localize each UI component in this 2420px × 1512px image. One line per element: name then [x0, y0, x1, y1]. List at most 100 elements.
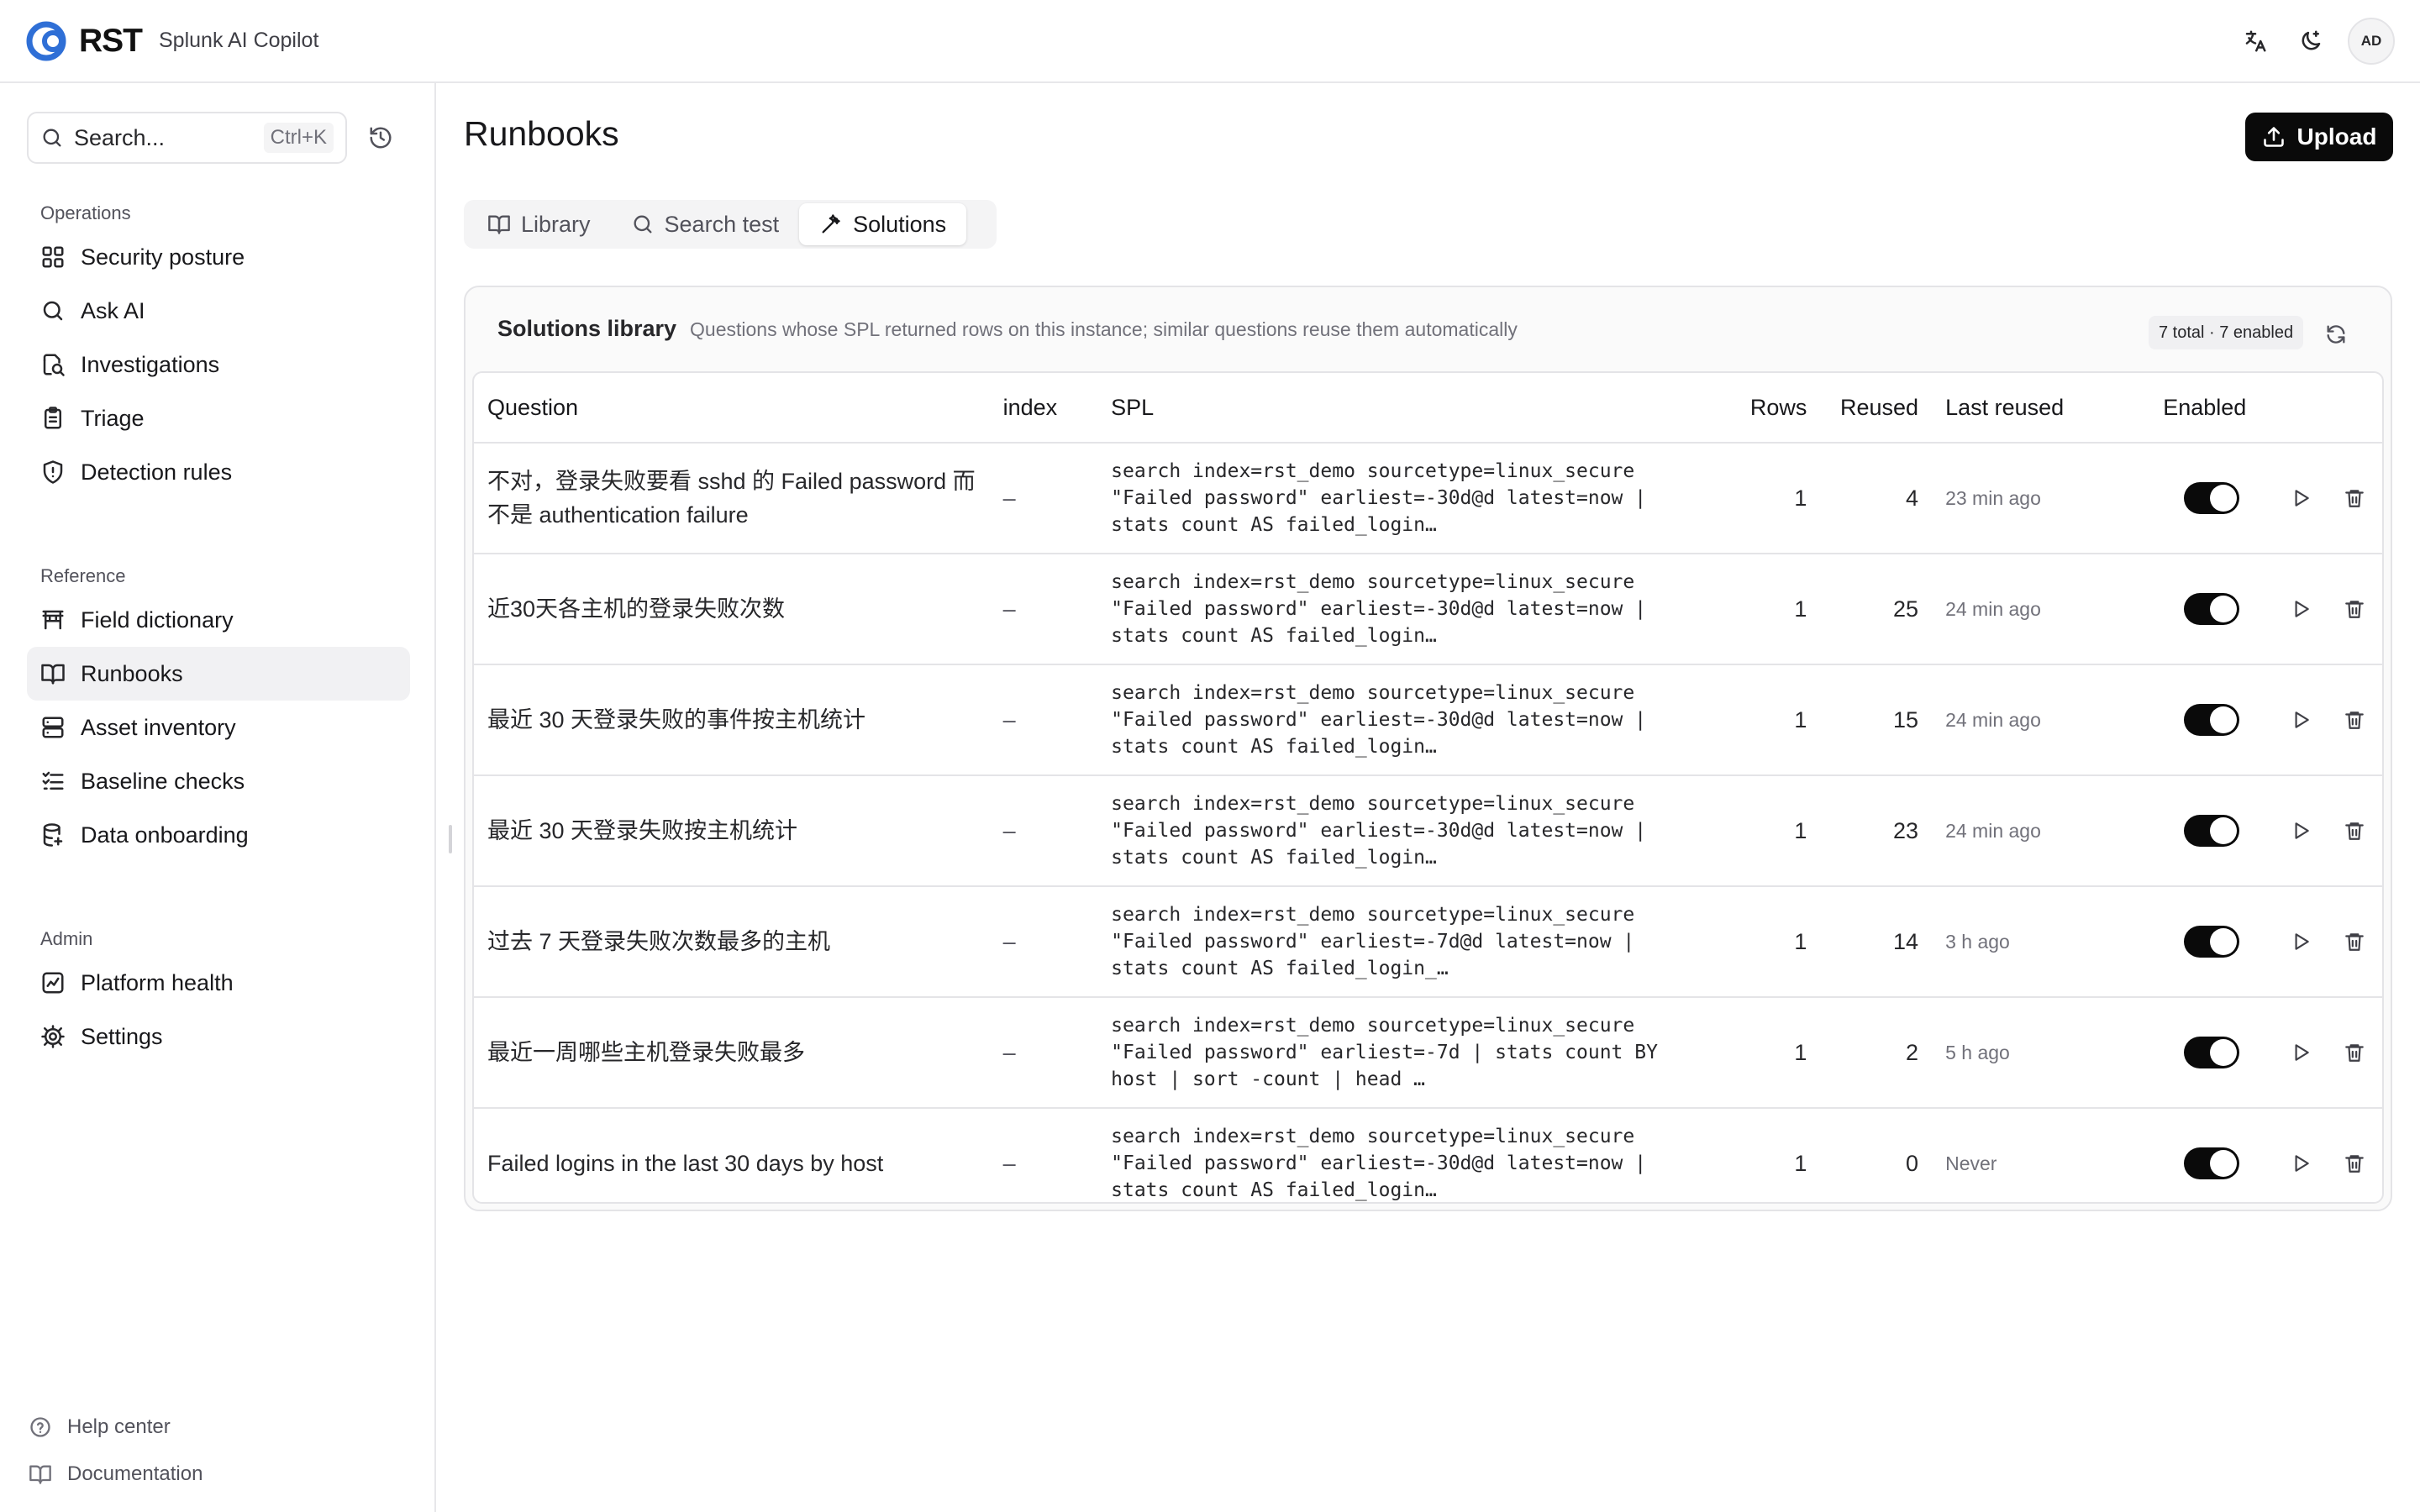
moon-icon[interactable]: [2292, 23, 2329, 60]
sidebar-item-platform-health[interactable]: Platform health: [27, 956, 410, 1010]
enabled-toggle[interactable]: [2184, 482, 2240, 514]
tab-library[interactable]: Library: [467, 203, 611, 245]
spl-cell: search index=rst_demo sourcetype=linux_s…: [1097, 775, 1733, 887]
run-play-icon[interactable]: [2285, 593, 2317, 625]
actions-cell: [2254, 554, 2382, 665]
history-icon[interactable]: [362, 119, 399, 156]
col-header-question[interactable]: Question: [474, 373, 990, 444]
sidebar-item-asset-inventory[interactable]: Asset inventory: [27, 701, 410, 754]
activity-chart-icon: [39, 969, 67, 997]
run-play-icon[interactable]: [2285, 1147, 2317, 1179]
sidebar-item-baseline-checks[interactable]: Baseline checks: [27, 754, 410, 808]
upload-icon: [2262, 125, 2286, 149]
count-badge: 7 total · 7 enabled: [2149, 316, 2304, 349]
sidebar-item-detection-rules[interactable]: Detection rules: [27, 445, 410, 499]
help-center-link[interactable]: Help center: [27, 1404, 203, 1451]
run-play-icon[interactable]: [2285, 926, 2317, 958]
last-reused-cell: Never: [1945, 1152, 1997, 1174]
spl-cell: search index=rst_demo sourcetype=linux_s…: [1097, 554, 1733, 665]
sidebar-item-security-posture[interactable]: Security posture: [27, 230, 410, 284]
toggle-knob: [2210, 1150, 2238, 1177]
table-row[interactable]: 近30天各主机的登录失败次数 – search index=rst_demo sou…: [474, 554, 2382, 665]
reused-cell: 0: [1906, 1150, 1919, 1176]
sidebar-item-field-dictionary[interactable]: Field dictionary: [27, 593, 410, 647]
table-row[interactable]: 过去 7 天登录失败次数最多的主机 – search index=rst_demo …: [474, 886, 2382, 998]
toggle-knob: [2210, 596, 2238, 622]
enabled-cell: [2149, 664, 2254, 776]
sidebar-item-label: Ask AI: [81, 297, 145, 323]
delete-trash-icon[interactable]: [2338, 482, 2370, 514]
enabled-toggle[interactable]: [2184, 815, 2240, 847]
table-row[interactable]: 不对，登录失败要看 sshd 的 Failed password 而不是 aut…: [474, 443, 2382, 554]
run-play-icon[interactable]: [2285, 815, 2317, 847]
col-header-reused[interactable]: Reused: [1820, 373, 1933, 444]
sidebar-item-investigations[interactable]: Investigations: [27, 338, 410, 391]
enabled-toggle[interactable]: [2184, 1037, 2240, 1068]
app-title: Splunk AI Copilot: [159, 29, 319, 52]
enabled-cell: [2149, 554, 2254, 665]
delete-trash-icon[interactable]: [2338, 1037, 2370, 1068]
last-reused-cell: 24 min ago: [1932, 664, 2150, 776]
sidebar-item-label: Settings: [81, 1023, 163, 1049]
search-input[interactable]: Search... Ctrl+K: [27, 112, 347, 164]
col-header-rows[interactable]: Rows: [1733, 373, 1821, 444]
upload-button[interactable]: Upload: [2245, 113, 2393, 161]
table-row[interactable]: 最近一周哪些主机登录失败最多 – search index=rst_demo sou…: [474, 997, 2382, 1109]
sidebar: Search... Ctrl+K Operations Security pos…: [0, 83, 436, 1512]
col-header-index[interactable]: index: [989, 373, 1098, 444]
question-cell: 最近 30 天登录失败的事件按主机统计: [474, 664, 990, 776]
sidebar-item-label: Field dictionary: [81, 606, 234, 633]
refresh-icon[interactable]: [2317, 316, 2354, 353]
col-header-last-reused[interactable]: Last reused: [1932, 373, 2150, 444]
sidebar-item-label: Investigations: [81, 351, 220, 377]
sidebar-item-settings[interactable]: Settings: [27, 1010, 410, 1063]
rows-cell: 1: [1733, 443, 1821, 554]
col-header-enabled[interactable]: Enabled: [2149, 373, 2254, 444]
sidebar-item-runbooks[interactable]: Runbooks: [27, 647, 410, 701]
last-reused-cell: 24 min ago: [1932, 775, 2150, 887]
logo-ring-icon: [26, 21, 66, 60]
spl-cell: search index=rst_demo sourcetype=linux_s…: [1097, 886, 1733, 998]
spl-cell: search index=rst_demo sourcetype=linux_s…: [1097, 443, 1733, 554]
run-play-icon[interactable]: [2285, 704, 2317, 736]
tab-search-test[interactable]: Search test: [611, 203, 800, 245]
server-icon: [39, 713, 67, 742]
documentation-link[interactable]: Documentation: [27, 1451, 203, 1498]
delete-trash-icon[interactable]: [2338, 1147, 2370, 1179]
rows-cell: 1: [1733, 554, 1821, 665]
sidebar-item-triage[interactable]: Triage: [27, 391, 410, 445]
delete-trash-icon[interactable]: [2338, 704, 2370, 736]
top-bar: RST Splunk AI Copilot AD: [0, 0, 2420, 83]
translate-icon[interactable]: [2237, 23, 2274, 60]
sidebar-resize-handle[interactable]: [449, 825, 452, 853]
run-play-icon[interactable]: [2285, 482, 2317, 514]
delete-trash-icon[interactable]: [2338, 593, 2370, 625]
run-play-icon[interactable]: [2285, 1037, 2317, 1068]
table-icon: [39, 606, 67, 634]
tab-solutions[interactable]: Solutions: [799, 203, 967, 245]
delete-trash-icon[interactable]: [2338, 815, 2370, 847]
sidebar-item-ask-ai[interactable]: Ask AI: [27, 284, 410, 338]
table-row[interactable]: Failed logins in the last 30 days by hos…: [474, 1108, 2382, 1202]
enabled-toggle[interactable]: [2184, 926, 2240, 958]
enabled-toggle[interactable]: [2184, 593, 2240, 625]
list-checks-icon: [39, 767, 67, 795]
table-row[interactable]: 最近 30 天登录失败的事件按主机统计 – search index=rst_dem…: [474, 664, 2382, 776]
documentation-label: Documentation: [67, 1462, 203, 1485]
actions-cell: [2254, 664, 2382, 776]
page-title: Runbooks: [464, 114, 619, 153]
sidebar-item-label: Runbooks: [81, 660, 183, 686]
enabled-toggle[interactable]: [2184, 704, 2240, 736]
spl-cell: search index=rst_demo sourcetype=linux_s…: [1097, 664, 1733, 776]
col-header-spl[interactable]: SPL: [1097, 373, 1733, 444]
index-cell: –: [989, 554, 1098, 665]
delete-trash-icon[interactable]: [2338, 926, 2370, 958]
enabled-toggle[interactable]: [2184, 1147, 2240, 1179]
nav-section-admin: Admin Platform health Settings: [27, 922, 410, 1063]
avatar[interactable]: AD: [2348, 17, 2395, 65]
question-cell: Failed logins in the last 30 days by hos…: [487, 1151, 884, 1176]
table-row[interactable]: 最近 30 天登录失败按主机统计 – search index=rst_demo s…: [474, 775, 2382, 887]
sidebar-item-data-onboarding[interactable]: Data onboarding: [27, 808, 410, 862]
nav-heading: Operations: [40, 202, 131, 223]
logo[interactable]: RST: [24, 19, 143, 63]
